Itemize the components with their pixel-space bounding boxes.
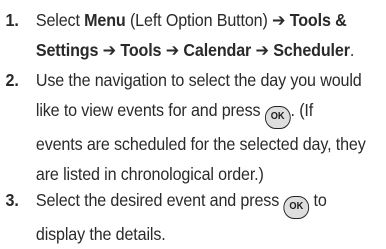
scheduler-term: Scheduler [268,40,350,60]
step-3-line-2: display the details. [35,224,166,244]
step-number: 2. [5,70,19,90]
ok-button-icon: OK [264,106,291,129]
arrow-icon: ➔ [102,40,116,60]
ok-button-icon: OK [283,196,310,219]
tools-term: Tools [115,40,166,60]
step-number: 1. [5,10,19,30]
step-number: 3. [5,190,19,210]
step-1: 1. Select Menu (Left Option Button) ➔ To… [0,5,386,65]
step-1-line-2: Settings ➔ Tools ➔ Calendar ➔ Scheduler. [35,40,355,60]
step-2: 2. Use the navigation to select the day … [0,65,386,189]
step-2-line-1: Use the navigation to select the day you… [35,70,362,90]
menu-term: Menu [84,10,126,30]
step-2-line-2: like to view events for and press OK. (I… [36,95,386,129]
calendar-term: Calendar [179,40,256,60]
step-1-line-1: Select Menu (Left Option Button) ➔ Tools… [35,10,347,30]
step-2-line-3: events are scheduled for the selected da… [35,134,366,154]
arrow-icon: ➔ [165,40,180,60]
arrow-icon: ➔ [272,10,286,30]
step-3-line-1: Select the desired event and press OK to [36,185,386,219]
arrow-icon: ➔ [255,40,269,60]
step-3: 3. Select the desired event and press OK… [0,185,386,249]
tools-settings-term: Tools & [285,10,347,30]
